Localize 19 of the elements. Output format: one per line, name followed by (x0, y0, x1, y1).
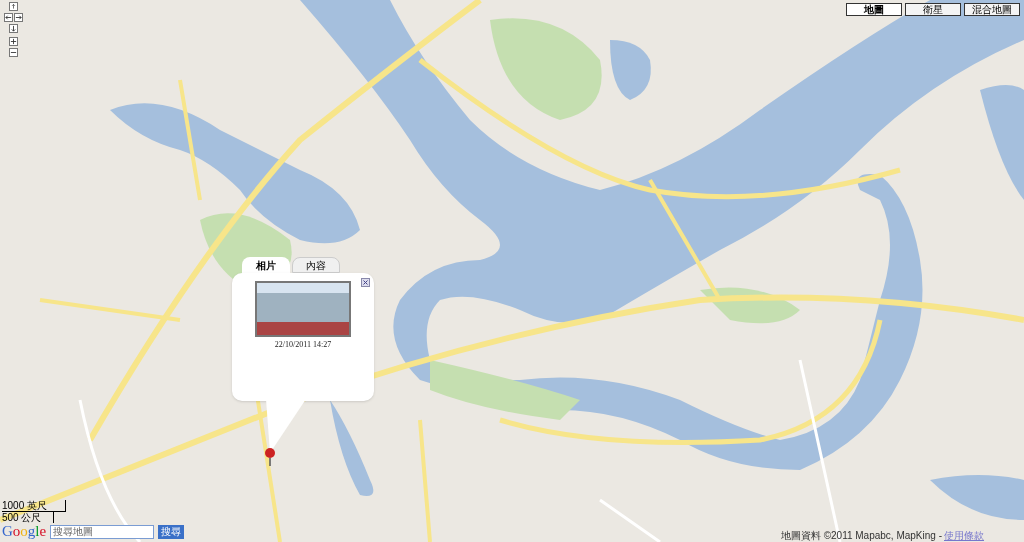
info-tab[interactable]: 內容 (292, 257, 340, 273)
pan-down-arrow-icon[interactable] (9, 24, 18, 33)
zoom-out-icon[interactable] (9, 48, 18, 57)
zoom-in-icon[interactable] (9, 37, 18, 46)
scale-metric: 500 公尺 (2, 512, 54, 523)
pan-up-arrow-icon[interactable] (9, 2, 18, 11)
info-tab[interactable]: 相片 (242, 257, 290, 273)
close-icon[interactable] (361, 278, 370, 287)
photo-caption: 22/10/2011 14:27 (274, 339, 332, 351)
logo: Google (2, 524, 47, 539)
terms-link[interactable]: 使用條款 (944, 530, 984, 541)
scale-imperial: 1000 英尺 (2, 500, 66, 512)
pan-left-arrow-icon[interactable] (4, 13, 13, 22)
map-type-button[interactable]: 混合地圖 (964, 3, 1020, 16)
map-pin-icon[interactable] (264, 448, 276, 466)
pan-right-arrow-icon[interactable] (14, 13, 23, 22)
map-type-button[interactable]: 衛星 (905, 3, 961, 16)
map-type-button[interactable]: 地圖 (846, 3, 902, 16)
attribution-text: 地圖資料 ©2011 Mapabc, MapKing - (780, 530, 942, 541)
